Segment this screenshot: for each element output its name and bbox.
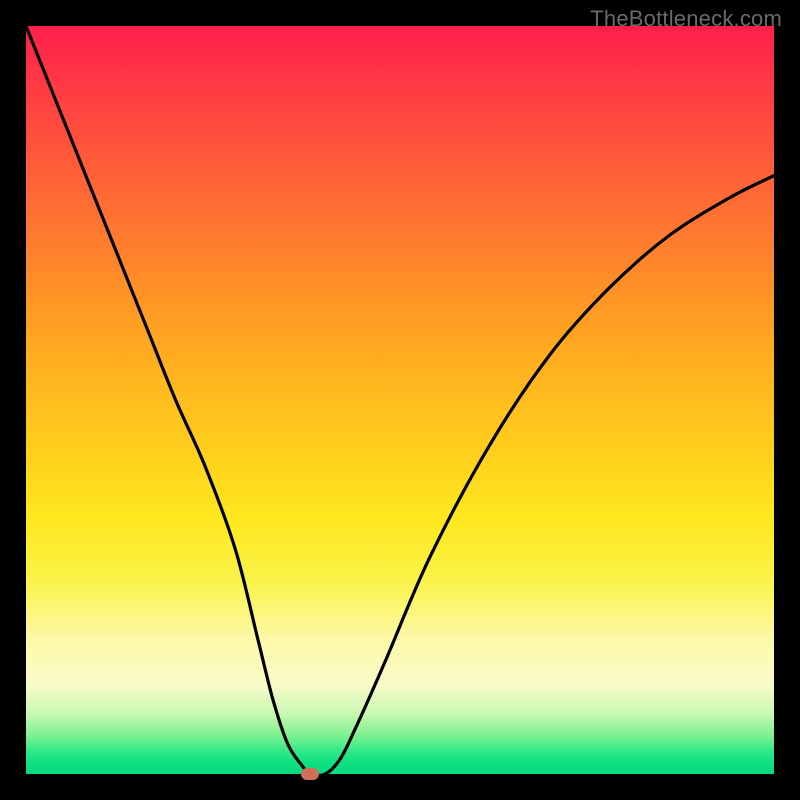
chart-frame: TheBottleneck.com	[0, 0, 800, 800]
bottleneck-curve	[26, 26, 774, 774]
minimum-marker	[301, 768, 319, 780]
watermark-text: TheBottleneck.com	[590, 6, 782, 32]
plot-area	[26, 26, 774, 774]
